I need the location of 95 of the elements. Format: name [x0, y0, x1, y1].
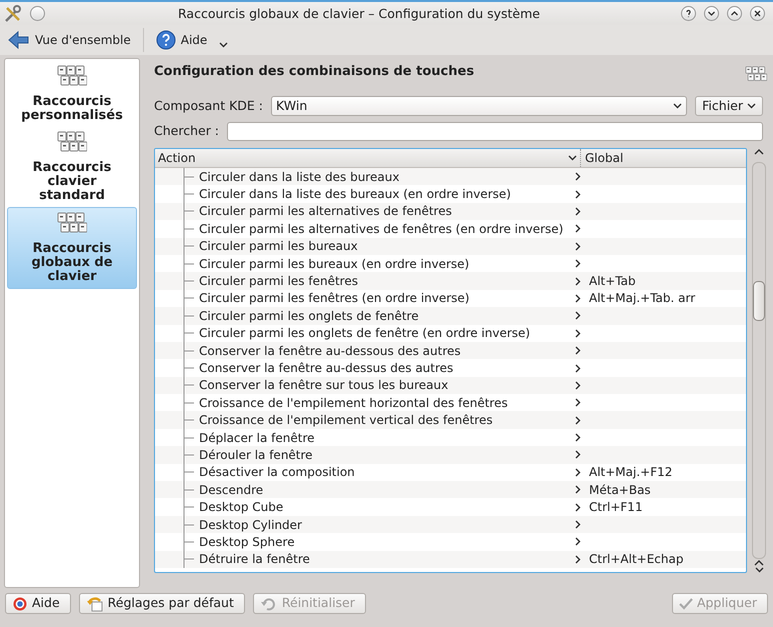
- tree-branch-line: [183, 272, 195, 290]
- defaults-button[interactable]: Réglages par défaut: [78, 593, 245, 614]
- back-button[interactable]: Vue d'ensemble: [4, 30, 135, 50]
- shortcut-cell-text: Méta+Bas: [588, 482, 651, 499]
- action-cell-text: Conserver la fenêtre sur tous les bureaux: [199, 377, 450, 394]
- question-mark-icon: [684, 9, 693, 18]
- action-cell-text: Détruire la fenêtre: [199, 551, 311, 568]
- keyboard-icon: [745, 66, 767, 82]
- action-cell-text: Conserver la fenêtre au-dessus des autres: [199, 360, 454, 377]
- action-cell-text: Circuler parmi les alternatives de fenêtres: [199, 203, 453, 220]
- shortcut-cell-text: Alt+Maj.+F12: [588, 464, 672, 482]
- shortcut-cell-text: Ctrl+Alt+Echap: [588, 551, 684, 568]
- column-header[interactable]: Action: [158, 149, 196, 167]
- chevron-up-icon: [730, 9, 739, 18]
- action-cell-text: Circuler parmi les onglets de fenêtre (en ordre inverse): [199, 325, 532, 342]
- undo-arrow-icon: [260, 596, 278, 612]
- action-cell-text: Circuler dans la liste des bureaux: [199, 168, 400, 186]
- help-button[interactable]: Aide: [5, 593, 71, 614]
- action-cell-text: Descendre: [199, 482, 264, 499]
- undo-arrow-icon: [86, 596, 104, 612]
- tree-branch-line: [183, 498, 195, 516]
- shortcut-cell-text: Ctrl+F11: [588, 499, 643, 516]
- scroll-down-icon[interactable]: [754, 567, 764, 573]
- section-heading: Configuration des combinaisons de touches: [154, 63, 474, 81]
- minimize-button[interactable]: [704, 6, 719, 21]
- search-label: Chercher :: [154, 122, 220, 140]
- tree-branch-line: [183, 185, 195, 204]
- tree-branch-line: [183, 532, 195, 551]
- action-cell-text: Désactiver la composition: [199, 464, 356, 482]
- tree-branch-line: [183, 516, 195, 534]
- close-button[interactable]: [750, 6, 765, 21]
- keyboard-icon: [57, 65, 87, 87]
- tree-branch-line: [183, 359, 195, 377]
- action-cell-text: Circuler parmi les bureaux: [199, 238, 359, 256]
- chevron-down-icon: [673, 103, 682, 109]
- action-cell-text: Croissance de l'empilement vertical des fenêtres: [199, 412, 494, 430]
- keyboard-icon: [57, 131, 87, 153]
- help-button[interactable]: [681, 6, 696, 21]
- action-cell-text: Circuler parmi les fenêtres: [199, 273, 359, 290]
- tree-branch-line: [183, 376, 195, 394]
- tree-branch-line: [183, 289, 195, 308]
- component-label: Composant KDE :: [154, 96, 264, 115]
- action-cell-text: Desktop Sphere: [199, 534, 296, 551]
- action-cell-text: Circuler parmi les onglets de fenêtre: [199, 308, 420, 325]
- window-title: Raccourcis globaux de clavier – Configuration du système: [177, 4, 541, 23]
- scroll-up-icon[interactable]: [754, 148, 764, 156]
- tree-branch-line: [183, 324, 195, 342]
- lifebuoy-icon: [12, 596, 28, 612]
- action-cell-text: Desktop Cylinder: [199, 516, 303, 534]
- sidebar-item[interactable]: Raccourcis globaux de clavier: [7, 207, 137, 289]
- scrollbar-thumb[interactable]: [753, 281, 765, 321]
- file-menu-button[interactable]: Fichier: [695, 96, 763, 116]
- keyboard-icon: [57, 212, 87, 234]
- component-dropdown[interactable]: KWin: [271, 96, 688, 116]
- sidebar-item[interactable]: Raccourcis personnalisés: [7, 61, 137, 127]
- action-cell-text: Croissance de l'empilement horizontal des fenêtres: [199, 394, 509, 412]
- tree-branch-line: [183, 463, 195, 482]
- tree-branch-line: [183, 254, 195, 273]
- action-cell-text: Circuler parmi les bureaux (en ordre inverse): [199, 256, 470, 273]
- tree-branch-line: [183, 394, 195, 412]
- search-field[interactable]: [227, 122, 763, 141]
- tree-branch-line: [183, 237, 195, 256]
- action-cell-text: Dérouler la fenêtre: [199, 446, 314, 464]
- tree-branch-line: [183, 480, 195, 499]
- maximize-button[interactable]: [727, 6, 742, 21]
- tree-branch-line: [183, 428, 195, 447]
- chevron-down-icon: [747, 103, 756, 109]
- sidebar-item[interactable]: Raccourcis clavier standard: [7, 127, 137, 207]
- action-cell-text: Circuler parmi les alternatives de fenêtres (en ordre inverse): [199, 220, 564, 238]
- action-cell-text: Desktop Cube: [199, 499, 284, 516]
- tools-icon: [4, 4, 22, 22]
- tree-branch-line: [183, 202, 195, 220]
- scroll-up-icon[interactable]: [754, 559, 764, 567]
- help-icon: [156, 30, 176, 50]
- pin-button[interactable]: [30, 6, 45, 21]
- tree-branch-line: [183, 168, 195, 186]
- help-button[interactable]: Aide: [152, 30, 212, 50]
- column-header[interactable]: Global: [581, 149, 624, 167]
- action-cell-text: Déplacer la fenêtre: [199, 430, 316, 447]
- checkmark-icon: [678, 598, 693, 610]
- tree-branch-line: [183, 306, 195, 325]
- action-cell-text: Conserver la fenêtre au-dessous des autres: [199, 342, 462, 360]
- shortcut-cell-text: Alt+Tab: [588, 273, 636, 290]
- sort-icon: [568, 155, 577, 161]
- close-icon: [753, 9, 762, 18]
- action-cell-text: Circuler dans la liste des bureaux (en ordre inverse): [199, 186, 512, 204]
- back-arrow-icon: [8, 30, 30, 50]
- tree-branch-line: [183, 550, 195, 568]
- shortcut-cell-text: Alt+Maj.+Tab. arr: [588, 290, 696, 308]
- action-cell-text: Circuler parmi les fenêtres (en ordre inverse): [199, 290, 470, 308]
- tree-branch-line: [183, 411, 195, 430]
- tree-branch-line: [183, 342, 195, 360]
- tree-branch-line: [183, 446, 195, 464]
- chevron-down-icon: [707, 9, 716, 18]
- tree-branch-line: [183, 220, 195, 238]
